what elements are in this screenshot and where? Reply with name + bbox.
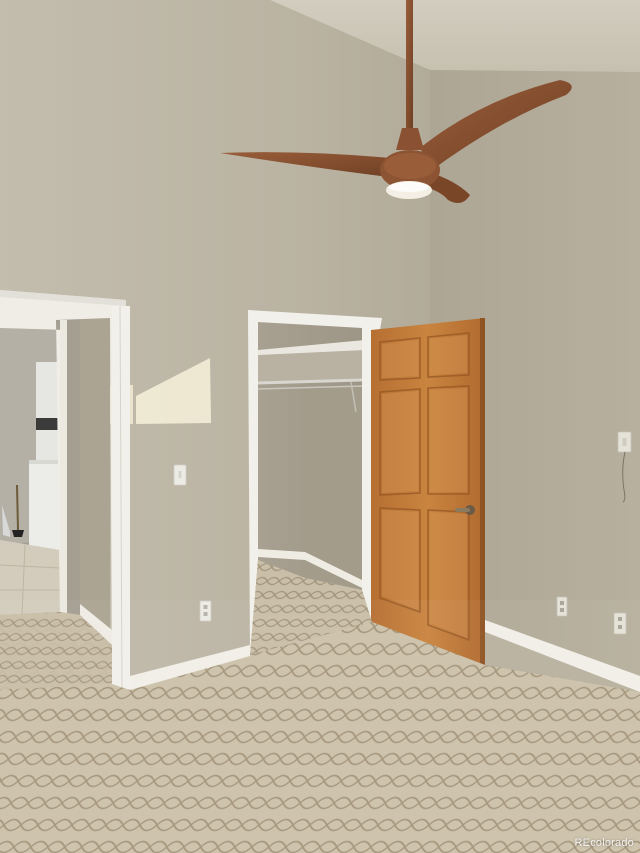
- outlet-icon: [199, 600, 212, 622]
- light-switch-icon[interactable]: [173, 464, 187, 486]
- bedroom-photo: [0, 0, 640, 853]
- outlet-icon: [556, 596, 568, 617]
- watermark-text: REcolorado: [574, 837, 634, 849]
- outlet-icon: [613, 612, 627, 635]
- carpet-floor: [0, 560, 640, 853]
